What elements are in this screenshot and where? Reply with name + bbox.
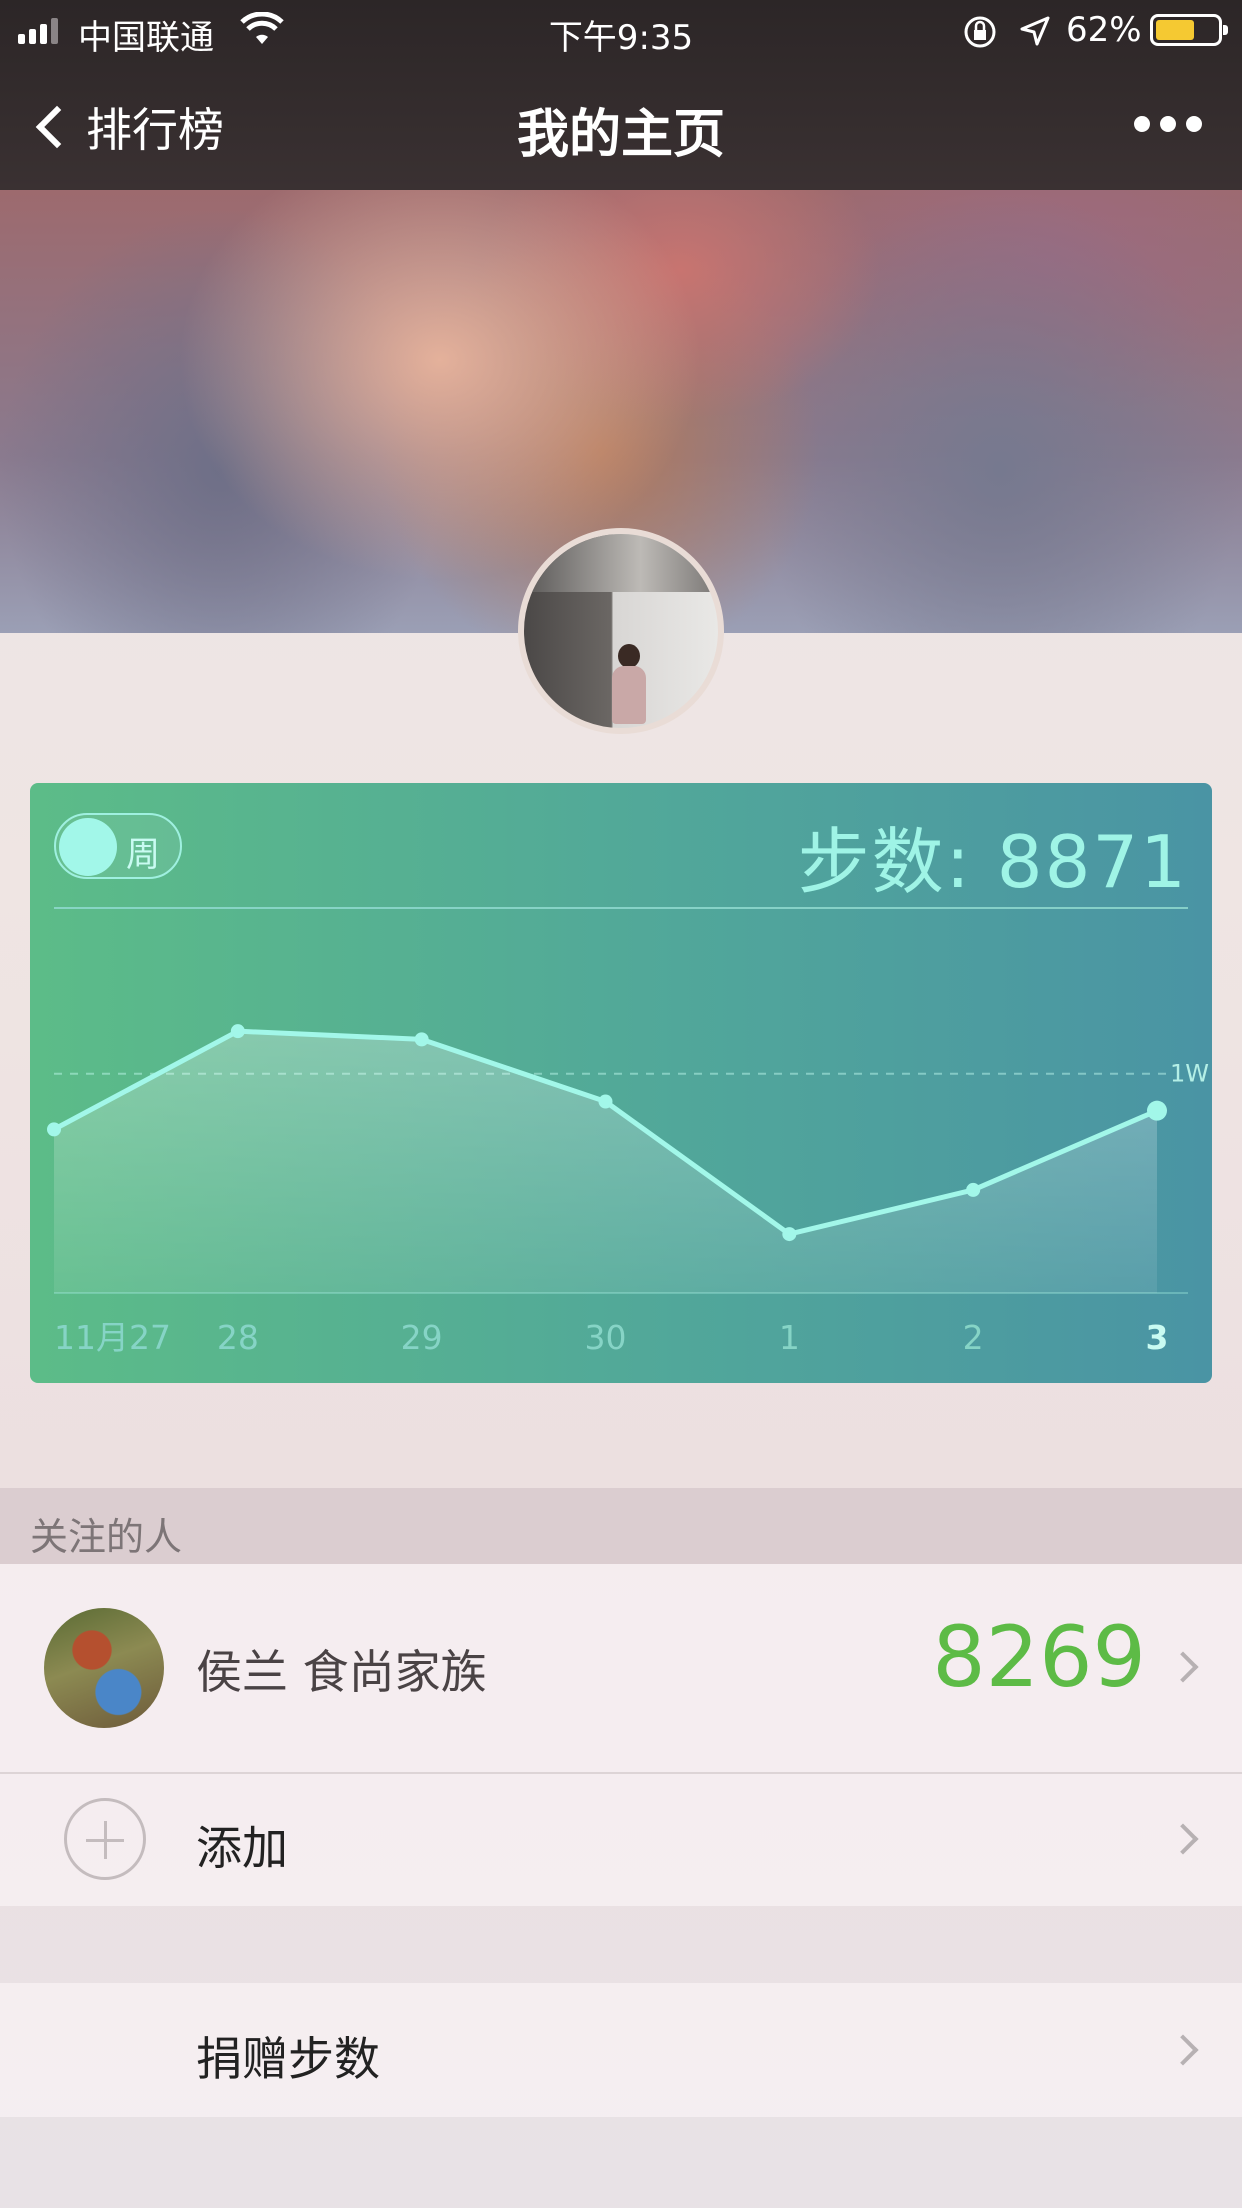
steps-area bbox=[54, 1031, 1157, 1293]
x-tick-label: 28 bbox=[217, 1318, 259, 1357]
more-button[interactable] bbox=[1134, 116, 1202, 132]
friend-name: 侯兰 食尚家族 bbox=[196, 1645, 487, 1699]
location-arrow-icon bbox=[1018, 14, 1052, 57]
steps-chart-card[interactable]: 周 步数: 8871 1W 11月27 28 29 30 1 2 3 bbox=[30, 783, 1212, 1383]
x-tick-label: 29 bbox=[401, 1318, 443, 1357]
add-label: 添加 bbox=[196, 1821, 288, 1875]
status-bar: 中国联通 下午9:35 62% bbox=[0, 0, 1242, 62]
donate-label: 捐赠步数 bbox=[196, 2032, 380, 2086]
x-tick-label: 3 bbox=[1146, 1318, 1169, 1357]
chart-point bbox=[414, 1032, 429, 1047]
reference-label: 1W bbox=[1170, 1060, 1209, 1088]
chevron-right-icon bbox=[1167, 2034, 1199, 2066]
status-time: 下午9:35 bbox=[548, 18, 694, 58]
page-title: 我的主页 bbox=[516, 105, 725, 165]
chevron-right-icon bbox=[1167, 1651, 1199, 1683]
section-header-following: 关注的人 bbox=[0, 1488, 1242, 1564]
chart-point bbox=[782, 1227, 797, 1242]
chart-point bbox=[1147, 1100, 1167, 1121]
add-circle-icon bbox=[64, 1798, 146, 1880]
friend-row[interactable]: 侯兰 食尚家族 8269 bbox=[0, 1564, 1242, 1772]
top-bar: 中国联通 下午9:35 62% 排行榜 我的主页 bbox=[0, 0, 1242, 190]
chart-point bbox=[598, 1094, 613, 1109]
profile-avatar[interactable] bbox=[518, 528, 724, 734]
chevron-right-icon bbox=[1167, 1823, 1199, 1855]
add-friend-row[interactable]: 添加 bbox=[0, 1774, 1242, 1906]
battery-icon bbox=[1150, 14, 1228, 46]
orientation-lock-icon bbox=[962, 14, 998, 59]
donate-steps-row[interactable]: 捐赠步数 bbox=[0, 1983, 1242, 2117]
x-tick-label: 2 bbox=[963, 1318, 984, 1357]
x-tick-label: 30 bbox=[585, 1318, 627, 1357]
section-title: 关注的人 bbox=[30, 1515, 183, 1559]
chart-point bbox=[966, 1182, 981, 1197]
steps-line-chart: 1W 11月27 28 29 30 1 2 3 bbox=[47, 1024, 1209, 1357]
x-tick-label: 1 bbox=[779, 1318, 800, 1357]
friend-steps: 8269 bbox=[932, 1608, 1146, 1706]
friend-avatar bbox=[44, 1608, 164, 1728]
chart-point bbox=[47, 1122, 61, 1137]
chart-point bbox=[230, 1024, 245, 1039]
x-tick-label: 11月27 bbox=[54, 1318, 171, 1357]
more-dots-icon bbox=[1134, 116, 1150, 132]
battery-percent: 62% bbox=[1066, 10, 1142, 50]
